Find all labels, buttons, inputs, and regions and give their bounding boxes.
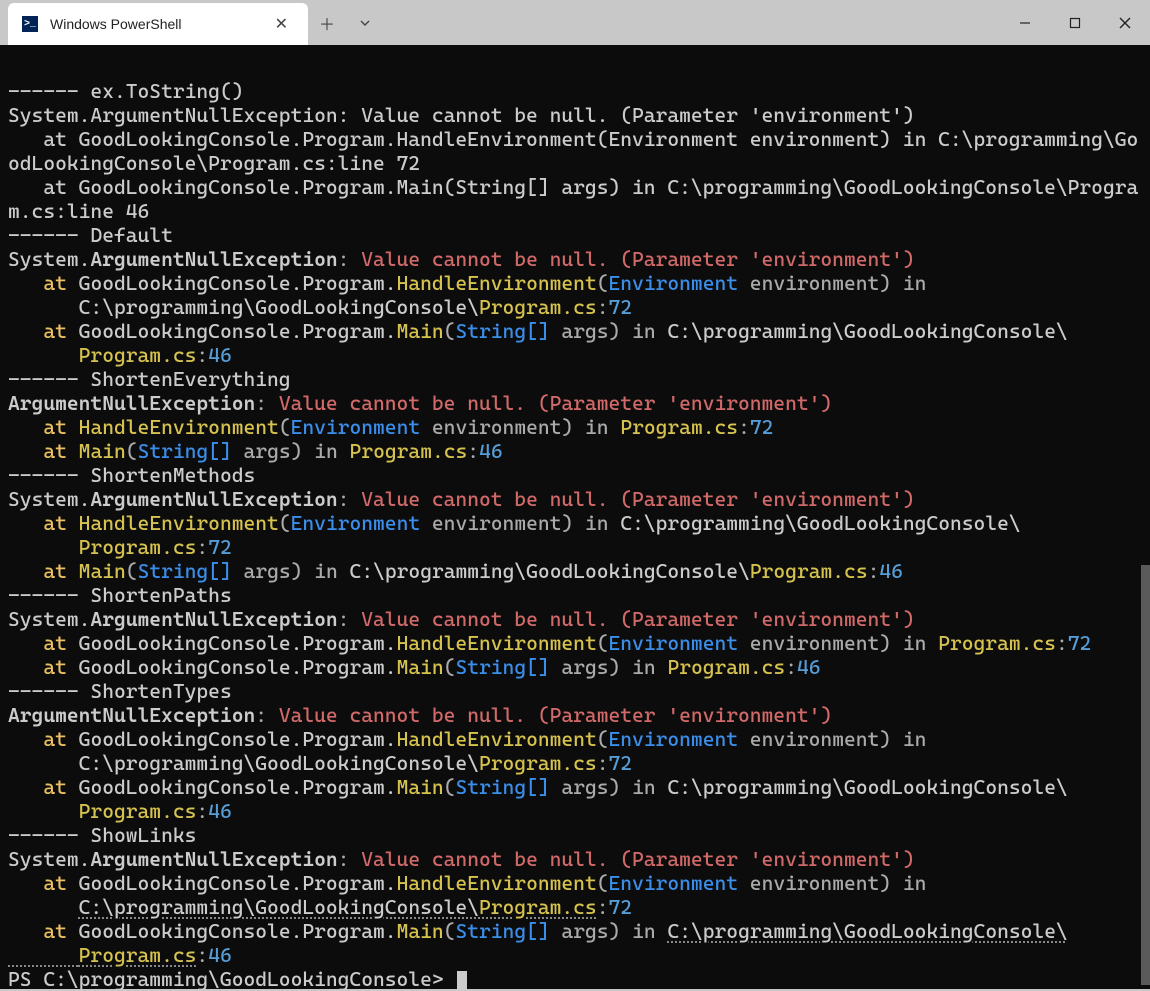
section-header: ------ Default [8, 223, 173, 247]
section-header: ------ ShortenEverything [8, 367, 291, 391]
tab-dropdown-button[interactable] [346, 0, 384, 45]
output-line: System.ArgumentNullException: Value cann… [8, 487, 915, 511]
scrollbar[interactable] [1141, 565, 1150, 985]
output-line: at GoodLookingConsole.Program.Main(Strin… [8, 655, 821, 679]
terminal-output[interactable]: ------ ex.ToString() System.ArgumentNull… [0, 45, 1150, 989]
output-line: at GoodLookingConsole.Program.HandleEnvi… [8, 271, 938, 319]
section-header: ------ ShortenTypes [8, 679, 232, 703]
output-line: at Main(String[] args) in Program.cs:46 [8, 439, 503, 463]
output-line: at GoodLookingConsole.Program.HandleEnvi… [8, 631, 1091, 655]
output-line: at HandleEnvironment(Environment environ… [8, 511, 1021, 559]
minimize-button[interactable] [1000, 0, 1050, 45]
output-line: System.ArgumentNullException: Value cann… [8, 847, 915, 871]
output-line: ------ ex.ToString() [8, 79, 244, 103]
output-line: System.ArgumentNullException: Value cann… [8, 247, 915, 271]
output-line: at GoodLookingConsole.Program.HandleEnvi… [8, 727, 938, 775]
output-line: at GoodLookingConsole.Program.Main(Strin… [8, 319, 1068, 367]
prompt: PS C:\programming\GoodLookingConsole> [8, 967, 467, 991]
tab-powershell[interactable]: >_ Windows PowerShell ✕ [8, 3, 308, 45]
output-line: at GoodLookingConsole.Program.Main(Strin… [8, 919, 1068, 967]
maximize-button[interactable] [1050, 0, 1100, 45]
output-line: System.ArgumentNullException: Value cann… [8, 607, 915, 631]
section-header: ------ ShowLinks [8, 823, 196, 847]
titlebar: >_ Windows PowerShell ✕ ＋ [0, 0, 1150, 45]
output-line: ArgumentNullException: Value cannot be n… [8, 391, 832, 415]
cursor [457, 971, 467, 991]
output-line: at Main(String[] args) in C:\programming… [8, 559, 903, 583]
close-window-button[interactable] [1100, 0, 1150, 45]
output-line: at GoodLookingConsole.Program.Main(Strin… [8, 775, 1068, 823]
add-tab-button[interactable]: ＋ [308, 0, 346, 45]
output-line: at GoodLookingConsole.Program.Main(Strin… [8, 175, 1138, 223]
output-line: at GoodLookingConsole.Program.HandleEnvi… [8, 127, 1138, 175]
close-tab-icon[interactable]: ✕ [269, 10, 294, 38]
output-line: at HandleEnvironment(Environment environ… [8, 415, 773, 439]
tab-title: Windows PowerShell [50, 16, 182, 32]
output-line: System.ArgumentNullException: Value cann… [8, 103, 915, 127]
section-header: ------ ShortenMethods [8, 463, 255, 487]
powershell-icon: >_ [22, 16, 38, 32]
section-header: ------ ShortenPaths [8, 583, 232, 607]
output-line: at GoodLookingConsole.Program.HandleEnvi… [8, 871, 938, 919]
output-line: ArgumentNullException: Value cannot be n… [8, 703, 832, 727]
